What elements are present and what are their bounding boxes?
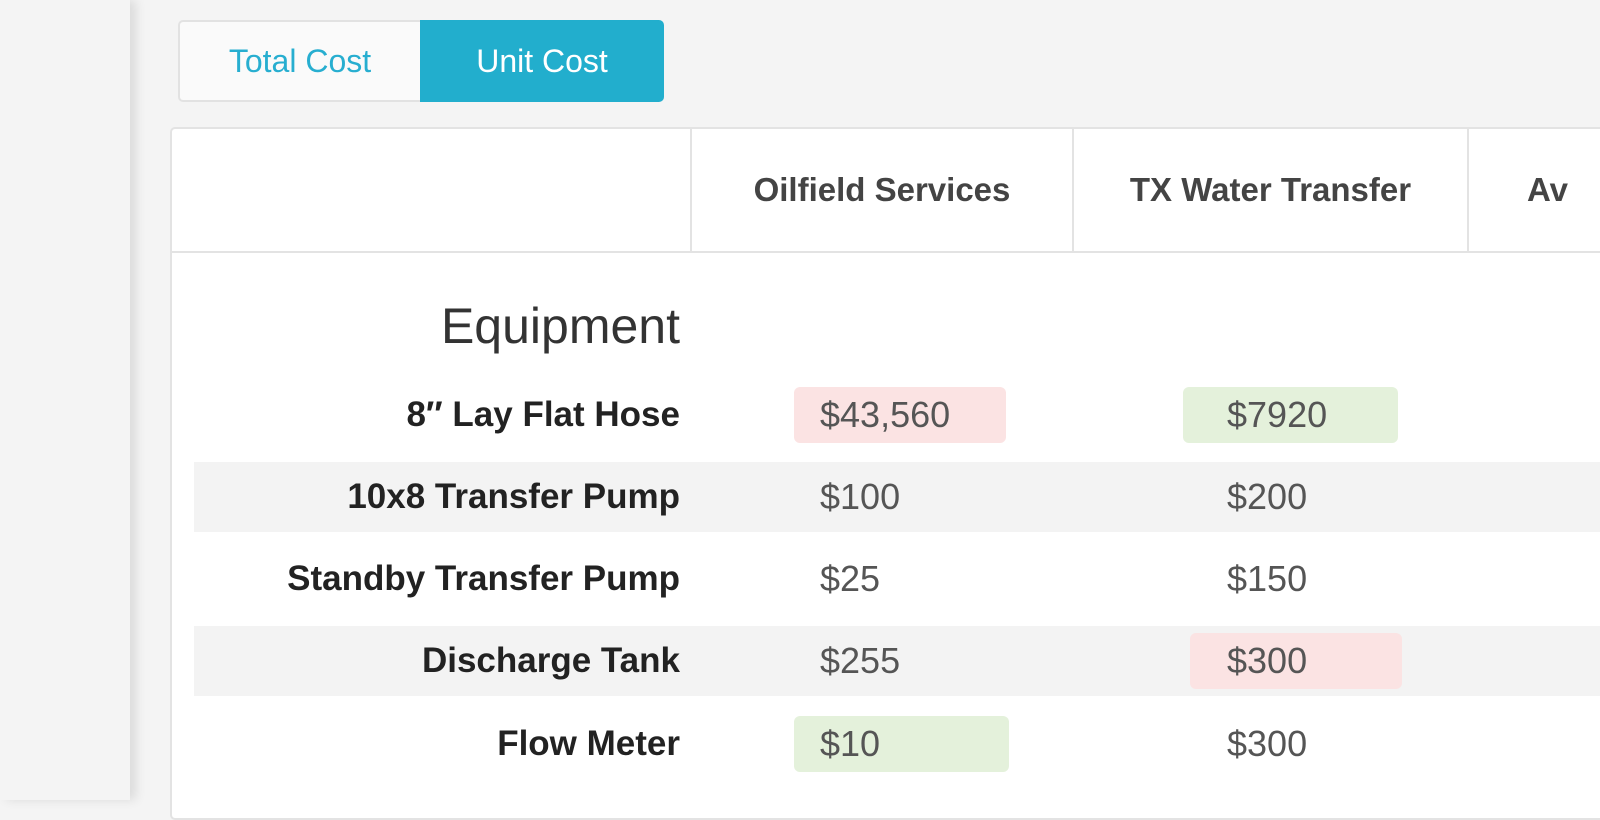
price-value: $43,560 — [794, 387, 1006, 443]
price-value: $7920 — [1183, 387, 1398, 443]
value-cell-oilfield: $25 — [794, 544, 906, 614]
value-cell-oilfield: $255 — [794, 626, 926, 696]
value-cell-tx-water: $300 — [1190, 626, 1402, 696]
value-cell-tx-water: $150 — [1183, 544, 1333, 614]
price-value: $100 — [820, 476, 901, 517]
row-label: 8″ Lay Flat Hose — [406, 395, 680, 434]
row-label: 10x8 Transfer Pump — [347, 477, 680, 516]
comparison-table: Oilfield Services TX Water Transfer Av E… — [170, 127, 1600, 820]
row-label: Standby Transfer Pump — [287, 559, 680, 598]
table-row: 10x8 Transfer Pump $100 $200 — [194, 462, 1600, 532]
price-value: $150 — [1227, 558, 1308, 599]
value-cell-tx-water: $300 — [1183, 709, 1333, 779]
value-cell-oilfield: $100 — [794, 462, 926, 532]
unit-cost-button[interactable]: Unit Cost — [420, 20, 664, 102]
cost-view-toggle: Total Cost Unit Cost — [178, 20, 664, 104]
column-header-third-vendor: Av — [1467, 129, 1600, 251]
column-header-tx-water-transfer: TX Water Transfer — [1072, 129, 1467, 251]
section-title-equipment: Equipment — [440, 298, 680, 354]
price-value: $10 — [794, 716, 1009, 772]
total-cost-button[interactable]: Total Cost — [178, 20, 420, 102]
table-row: Discharge Tank $255 $300 — [194, 626, 1600, 696]
price-value: $300 — [1227, 723, 1308, 764]
table-row: Flow Meter $10 $300 — [194, 709, 1600, 779]
row-label: Discharge Tank — [421, 641, 680, 680]
price-value: $255 — [820, 640, 901, 681]
table-header: Oilfield Services TX Water Transfer Av — [172, 129, 1600, 253]
main-content: Total Cost Unit Cost Oilfield Services T… — [130, 0, 1600, 820]
value-cell-tx-water: $200 — [1183, 462, 1333, 532]
price-value: $300 — [1190, 633, 1402, 689]
price-value: $25 — [820, 558, 881, 599]
column-header-oilfield-services: Oilfield Services — [690, 129, 1072, 251]
value-cell-oilfield: $43,560 — [794, 380, 1006, 450]
table-row: Standby Transfer Pump $25 $150 — [194, 544, 1600, 614]
price-value: $200 — [1227, 476, 1308, 517]
value-cell-oilfield: $10 — [794, 709, 1009, 779]
table-row: 8″ Lay Flat Hose $43,560 $7920 — [194, 380, 1600, 450]
value-cell-tx-water: $7920 — [1183, 380, 1398, 450]
row-label: Flow Meter — [497, 724, 680, 763]
left-sidebar — [0, 0, 130, 800]
